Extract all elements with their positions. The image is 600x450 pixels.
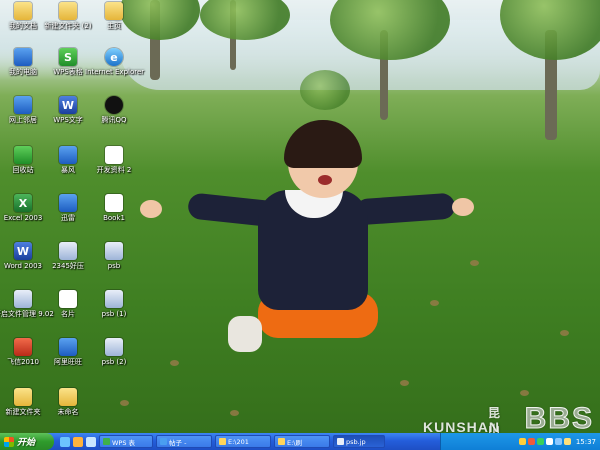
excel-icon: X (14, 194, 32, 212)
image-icon (337, 438, 344, 445)
desktop-icon-internet-explorer[interactable]: e Internet Explorer (85, 48, 145, 76)
desktop-icon-psb-2[interactable]: psb (2) (85, 338, 143, 366)
child-arm-right (354, 192, 456, 226)
word-icon: W (14, 242, 32, 260)
image-icon (105, 242, 123, 260)
network-icon (14, 96, 32, 114)
fallen-leaf (230, 410, 239, 416)
desktop-wallpaper: 我的文档 我的电脑 网上邻居 回收站 X Excel 2003 W Word 2… (0, 0, 600, 433)
fallen-leaf (170, 360, 179, 366)
start-label: 开始 (17, 438, 36, 448)
clock[interactable]: 15:37 (576, 438, 596, 446)
desktop-icon-label: 开发资料 2 (96, 166, 132, 174)
browser-icon (160, 438, 167, 445)
desktop-icon-label: psb (107, 262, 121, 270)
show-desktop-icon[interactable] (86, 436, 96, 447)
fallen-leaf (400, 380, 409, 386)
desktop-icon-label: 主页 (107, 22, 121, 30)
desktop-icon-psb-1[interactable]: psb (1) (85, 290, 143, 318)
thunder-icon (59, 194, 77, 212)
child-hand-left (140, 200, 162, 218)
desktop-icon-dev-docs[interactable]: 开发资料 2 (85, 146, 143, 174)
fallen-leaf (520, 390, 529, 396)
image-icon (105, 338, 123, 356)
folder-icon (14, 2, 32, 20)
folder-icon (278, 438, 285, 445)
child-shoe (228, 316, 262, 352)
file-manager-icon (14, 290, 32, 308)
desktop-icon-label: 未命名 (57, 408, 79, 416)
qq-icon[interactable] (73, 436, 83, 447)
system-tray: 15:37 (440, 433, 600, 450)
ie-icon: e (105, 48, 123, 66)
taskbar-task-folder-e[interactable]: E:\刷 (274, 435, 330, 448)
folder-icon (105, 2, 123, 20)
taskbar-task-psb-jpg[interactable]: psb.jp (333, 435, 385, 448)
player-icon (59, 146, 77, 164)
task-label: WPS 表 (112, 438, 136, 447)
wps-spreadsheet-icon: S (59, 48, 77, 66)
desktop-icon-label: psb (1) (101, 310, 127, 318)
taskbar: 开始 WPS 表 帖子 - E:\201 E:\刷 psb.jp 15:37 (0, 433, 600, 450)
desktop-icon-label: 腾讯QQ (101, 116, 127, 124)
recycle-bin-icon (14, 146, 32, 164)
task-label: E:\刷 (287, 438, 302, 447)
volume-icon[interactable] (554, 438, 562, 445)
quick-launch (60, 436, 96, 447)
task-label: psb.jp (346, 437, 366, 446)
qq-icon (105, 96, 123, 114)
taskbar-task-folder-201[interactable]: E:\201 (215, 435, 271, 448)
folder-icon (59, 388, 77, 406)
tray-icon[interactable] (527, 438, 535, 445)
task-label: E:\201 (228, 437, 249, 446)
taskbar-task-post[interactable]: 帖子 - (156, 435, 212, 448)
folder-icon (59, 2, 77, 20)
wallpaper-child-photo (140, 120, 480, 360)
desktop-icon-label: Internet Explorer (85, 68, 145, 76)
child-hand-right (452, 198, 474, 216)
tray-icon[interactable] (518, 438, 526, 445)
folder-icon (219, 438, 226, 445)
ie-icon[interactable] (60, 436, 70, 447)
child-mouth (318, 175, 332, 185)
desktop-icon-psb[interactable]: psb (85, 242, 143, 270)
desktop-icon-label: Book1 (103, 214, 125, 222)
document-icon (105, 146, 123, 164)
desktop-icon-untitled[interactable]: 未命名 (39, 388, 97, 416)
watermark-bbs: BBS (524, 402, 594, 434)
fallen-leaf (560, 330, 569, 336)
tray-icon[interactable] (536, 438, 544, 445)
haozip-icon (59, 242, 77, 260)
desktop-icon-qq[interactable]: 腾讯QQ (85, 96, 143, 124)
document-icon (105, 194, 123, 212)
wps-spreadsheet-icon (103, 438, 110, 445)
fallen-leaf (120, 400, 129, 406)
aliwangwang-icon (59, 338, 77, 356)
network-tray-icon[interactable] (563, 438, 571, 445)
wps-writer-icon: W (59, 96, 77, 114)
taskbar-task-wps[interactable]: WPS 表 (99, 435, 153, 448)
tray-icon[interactable] (545, 438, 553, 445)
start-button[interactable]: 开始 (0, 433, 54, 450)
folder-icon (14, 388, 32, 406)
windows-logo-icon (4, 436, 14, 447)
document-icon (59, 290, 77, 308)
bush (300, 70, 350, 110)
watermark-english: KUNSHAN (423, 419, 500, 433)
desktop-icon-homepage[interactable]: 主页 (85, 2, 143, 30)
fetion-icon (14, 338, 32, 356)
image-icon (105, 290, 123, 308)
child-hair (284, 120, 362, 168)
computer-icon (14, 48, 32, 66)
task-label: 帖子 - (169, 438, 187, 447)
desktop-icon-book1[interactable]: Book1 (85, 194, 143, 222)
desktop-icon-label: psb (2) (101, 358, 127, 366)
